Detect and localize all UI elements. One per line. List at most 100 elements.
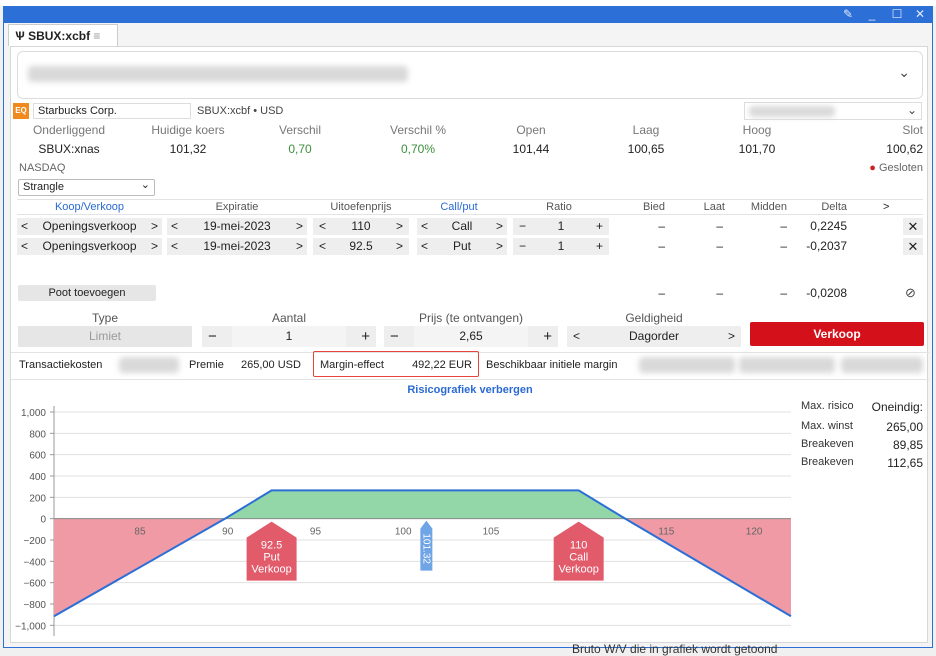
status-text: Gesloten	[878, 162, 923, 174]
hamburger-icon[interactable]: ≡	[93, 29, 100, 43]
leg-strike-value: 110	[351, 219, 371, 233]
leg-field-value: Put	[452, 239, 471, 253]
leg-side-select[interactable]: < Openingsverkoop >	[17, 238, 162, 255]
account-selector[interactable]: ⌄	[17, 51, 923, 99]
total-quote-cell: -0,0208	[806, 286, 847, 300]
leg-strike-stepper[interactable]: <110 >	[313, 218, 409, 235]
x-tick-label: 85	[134, 527, 146, 538]
chevron-left-icon[interactable]: <	[319, 238, 326, 255]
chevron-left-icon[interactable]: <	[21, 218, 28, 235]
chevron-right-icon[interactable]: >	[728, 326, 735, 347]
close-button[interactable]: ✕	[912, 6, 928, 22]
strike-marker-label: 92.5	[261, 540, 282, 552]
x-tick-label: 95	[310, 527, 322, 538]
minus-icon[interactable]: −	[390, 326, 399, 347]
legs-total: – – – -0,0208 ⊘	[17, 285, 923, 301]
chevron-left-icon[interactable]: <	[171, 218, 178, 235]
type-select[interactable]: Limiet	[18, 326, 192, 347]
leg-field-value: Openingsverkoop	[42, 239, 137, 253]
qty-value[interactable]: 1	[232, 326, 346, 347]
leg-ratio-stepper[interactable]: − 1 +	[513, 238, 609, 255]
plus-icon[interactable]: +	[596, 218, 603, 235]
quote-header: Onderliggend	[32, 123, 106, 137]
leg-quote-cell: –	[658, 219, 665, 233]
legs-header-cell[interactable]: Call/put	[411, 200, 507, 215]
leg-strike-value: 92.5	[349, 239, 373, 253]
strategy-select[interactable]: Strangle ⌄	[18, 179, 155, 196]
leg-field-value: Call	[451, 219, 473, 233]
strike-marker-label: Call	[569, 552, 588, 564]
remove-leg-button[interactable]: ✕	[903, 218, 923, 235]
leg-strike-stepper[interactable]: <92.5 >	[313, 238, 409, 255]
x-tick-label: 120	[746, 527, 763, 538]
qty-stepper[interactable]: − 1 +	[202, 326, 376, 347]
maximize-button[interactable]: ☐	[889, 6, 905, 22]
risk-chart: 1,000 800 600 400 200 0 −200 −400 −600 −800 −1,000…	[15, 406, 792, 636]
chevron-left-icon[interactable]: <	[319, 218, 326, 235]
chevron-down-icon: ⌄	[140, 179, 150, 191]
chevron-right-icon[interactable]: >	[396, 218, 403, 235]
tab-instrument[interactable]: Ѱ SBUX:xcbf ≡	[8, 24, 118, 46]
chevron-right-icon[interactable]: >	[296, 238, 303, 255]
chevron-right-icon[interactable]: >	[151, 218, 158, 235]
minus-icon[interactable]: −	[519, 238, 526, 255]
chevron-right-icon[interactable]: >	[151, 238, 158, 255]
validity-select[interactable]: < Dagorder >	[567, 326, 741, 347]
risk-stat-value: 112,65	[887, 456, 923, 470]
sell-button[interactable]: Verkoop	[750, 322, 924, 346]
leg-quote-cell: -0,2037	[806, 239, 847, 253]
hide-risk-chart-link[interactable]: Risicografiek verbergen	[11, 384, 929, 396]
leg-expiry-select[interactable]: <19-mei-2023 >	[167, 238, 307, 255]
price-value[interactable]: 2,65	[414, 326, 528, 347]
pin-icon[interactable]: ✎	[840, 6, 856, 22]
leg-ratio-stepper[interactable]: − 1 +	[513, 218, 609, 235]
chevron-right-icon[interactable]: >	[296, 218, 303, 235]
exchange-selector[interactable]: ⌄	[744, 102, 922, 120]
remove-leg-button[interactable]: ✕	[903, 238, 923, 255]
exchange-label: NASDAQ	[19, 162, 66, 174]
strike-marker-label: Verkoop	[558, 564, 598, 576]
total-quote-cell: –	[780, 286, 787, 300]
plus-icon[interactable]: +	[361, 326, 370, 347]
y-tick-label: 600	[29, 451, 46, 462]
leg-type-select[interactable]: < Put >	[417, 238, 507, 255]
redacted-field	[739, 357, 835, 373]
leg-row: < Openingsverkoop > <19-mei-2023 > <110 > < Call…	[17, 218, 923, 236]
quote-header: Slot	[902, 123, 923, 137]
minimize-button[interactable]: _	[864, 6, 880, 22]
chevron-left-icon[interactable]: <	[421, 238, 428, 255]
plus-icon[interactable]: +	[596, 238, 603, 255]
legs-header-cell: Laat	[703, 201, 725, 213]
profit-area	[225, 490, 626, 519]
leg-quote-cell: –	[780, 239, 787, 253]
quote-header: Open	[516, 123, 546, 137]
minus-icon[interactable]: −	[208, 326, 217, 347]
quote-header: Hoog	[742, 123, 772, 137]
leg-side-select[interactable]: < Openingsverkoop >	[17, 218, 162, 235]
y-tick-label: −200	[23, 536, 46, 547]
risk-stat-label: Breakeven	[801, 438, 854, 450]
chevron-left-icon[interactable]: <	[21, 238, 28, 255]
chevron-left-icon[interactable]: <	[171, 238, 178, 255]
quote-value: 101,70	[738, 142, 776, 156]
price-label: Prijs (te ontvangen)	[418, 311, 524, 325]
margin-value: 492,22 EUR	[412, 359, 472, 371]
price-stepper[interactable]: − 2,65 +	[384, 326, 558, 347]
prohibited-icon[interactable]: ⊘	[905, 285, 916, 301]
chevron-right-icon[interactable]: >	[883, 200, 889, 215]
minus-icon[interactable]: −	[519, 218, 526, 235]
plus-icon[interactable]: +	[543, 326, 552, 347]
chevron-right-icon[interactable]: >	[496, 218, 503, 235]
instrument-search[interactable]: Starbucks Corp.	[33, 103, 191, 119]
legs-header-cell[interactable]: Koop/Verkoop	[17, 200, 162, 215]
chevron-left-icon[interactable]: <	[573, 326, 580, 347]
quote-value: 0,70	[288, 142, 312, 156]
leg-expiry-select[interactable]: <19-mei-2023 >	[167, 218, 307, 235]
y-tick-label: 1,000	[21, 408, 46, 419]
validity-label: Geldigheid	[625, 311, 683, 325]
quote-value: 100,65	[627, 142, 665, 156]
chevron-right-icon[interactable]: >	[396, 238, 403, 255]
chevron-left-icon[interactable]: <	[421, 218, 428, 235]
chevron-right-icon[interactable]: >	[496, 238, 503, 255]
leg-type-select[interactable]: < Call >	[417, 218, 507, 235]
